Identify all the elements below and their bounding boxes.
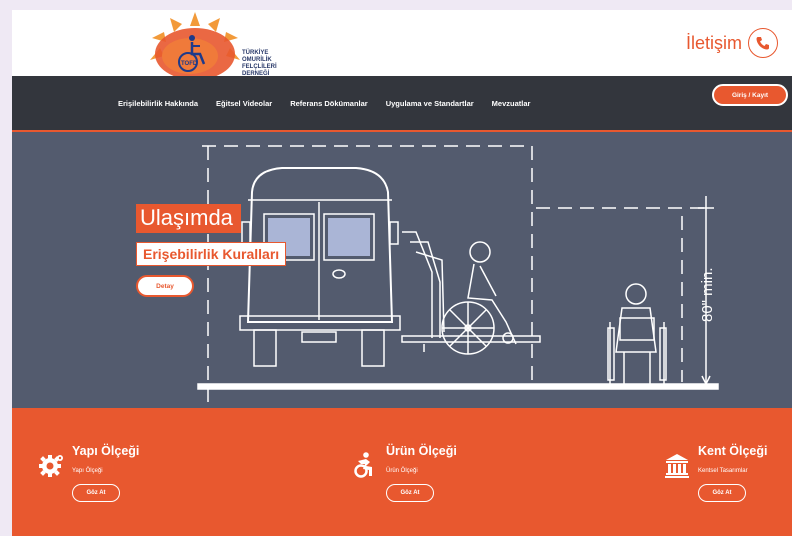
gear-icon (39, 455, 63, 477)
card-title: Ürün Ölçeği (386, 444, 457, 458)
logo-text-line: OMURİLİK (242, 57, 272, 63)
accessibility-icon (354, 452, 372, 478)
logo-text: TÜRKİYE OMURİLİK FELÇLİLERİ DERNEĞİ (242, 50, 277, 78)
nav-item-references[interactable]: Referans Dökümanlar (290, 99, 368, 108)
contact-label: İletişim (685, 32, 742, 53)
logo-badge: TOFD (181, 61, 198, 67)
hero-subtitle: Erişebilirlik Kuralları (136, 242, 287, 266)
sun-logo-icon: TOFD (150, 12, 240, 80)
dimension-label: 80" min. (699, 267, 716, 322)
nav-item-videos[interactable]: Eğitsel Videolar (216, 99, 272, 108)
van-illustration: 80" min. (197, 145, 719, 402)
card-subtitle: Ürün Ölçeği (386, 468, 418, 474)
contact-link[interactable]: İletişim (686, 28, 778, 58)
logo-text-line: FELÇLİLERİ (242, 64, 277, 70)
card-subtitle: Yapı Ölçeği (72, 468, 103, 474)
top-bar: TOFD TÜRKİYE OMURİLİK FELÇLİLERİ DERNEĞİ… (12, 10, 792, 80)
nav-item-accessibility[interactable]: Erişilebilirlik Hakkında (118, 99, 198, 108)
category-cards: Yapı Ölçeği Yapı Ölçeği Göz At Ürün Ölçe… (12, 408, 792, 536)
nav-item-standards[interactable]: Uygulama ve Standartlar (386, 99, 474, 108)
building-icon (665, 454, 689, 478)
card-title: Yapı Ölçeği (72, 444, 140, 458)
browse-button[interactable]: Göz At (698, 484, 746, 502)
nav-item-legislation[interactable]: Mevzuatlar (492, 99, 531, 108)
card-subtitle: Kentsel Tasarımlar (698, 468, 748, 474)
detail-button[interactable]: Detay (136, 275, 194, 297)
browse-button[interactable]: Göz At (386, 484, 434, 502)
logo-text-line: TÜRKİYE (242, 50, 269, 56)
card-title: Kent Ölçeği (698, 444, 768, 458)
browse-button[interactable]: Göz At (72, 484, 120, 502)
login-button[interactable]: Giriş / Kayıt (712, 84, 788, 106)
main-nav: Erişilebilirlik Hakkında Eğitsel Videola… (12, 76, 792, 131)
hero-banner: 80" min. Ulaşımda Erişebilirlik Kurallar… (12, 132, 792, 408)
page: TOFD TÜRKİYE OMURİLİK FELÇLİLERİ DERNEĞİ… (12, 10, 792, 536)
logo[interactable]: TOFD TÜRKİYE OMURİLİK FELÇLİLERİ DERNEĞİ (140, 10, 300, 80)
hero-title: Ulaşımda (136, 204, 241, 233)
phone-icon (748, 28, 778, 58)
